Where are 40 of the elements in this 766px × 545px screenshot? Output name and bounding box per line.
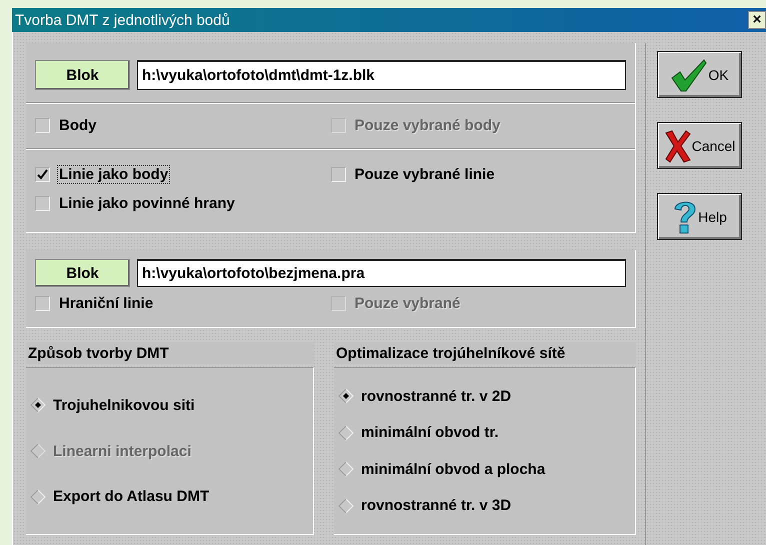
radio-button[interactable]: [30, 397, 46, 414]
window-title: Tvorba DMT z jednotlivých bodů: [15, 12, 231, 28]
path-field[interactable]: h:\vyuka\ortofoto\dmt\dmt-1z.blk: [137, 60, 626, 90]
checkmark-icon: [670, 58, 708, 92]
checkbox[interactable]: [35, 118, 50, 133]
cross-icon: [664, 128, 692, 162]
checkbox-label: Pouze vybrané linie: [354, 166, 496, 183]
radio-button[interactable]: [338, 498, 354, 514]
help-button[interactable]: Help: [657, 193, 742, 240]
path-field[interactable]: h:\vyuka\ortofoto\bezjmena.pra: [137, 259, 626, 287]
checkbox[interactable]: [35, 196, 50, 211]
radio-label: minimální obvod a plocha: [360, 460, 546, 478]
checkbox-label: Linie jako body: [58, 166, 170, 183]
checkbox[interactable]: [330, 167, 346, 182]
group-title: Optimalizace trojúhelníkové sítě: [334, 342, 636, 364]
checkbox-label: Linie jako povinné hrany: [58, 195, 236, 212]
checkbox-label: Pouze vybrané: [354, 295, 462, 312]
radio-label: Linearni interpolaci: [52, 442, 192, 460]
checkbox[interactable]: [35, 296, 50, 311]
close-button[interactable]: ×: [748, 11, 766, 29]
radio-button[interactable]: [30, 488, 46, 505]
check-icon: [37, 169, 48, 180]
radio-label: rovnostranné tr. v 2D: [360, 388, 512, 405]
checkbox-label: Pouze vybrané body: [354, 117, 502, 134]
blok-button[interactable]: Blok: [35, 259, 130, 287]
blok-button[interactable]: Blok: [35, 60, 130, 90]
ok-button[interactable]: OK: [657, 51, 742, 98]
group-title: Způsob tvorby DMT: [26, 342, 314, 364]
radio-button[interactable]: [338, 424, 354, 441]
radio-label: rovnostranné tr. v 3D: [360, 497, 512, 514]
radio-button[interactable]: [338, 461, 354, 478]
checkbox-label: Body: [58, 117, 98, 134]
radio-button[interactable]: [338, 388, 354, 404]
cancel-button[interactable]: Cancel: [657, 122, 742, 169]
question-mark-icon: [672, 198, 698, 234]
radio-label: minimální obvod tr.: [360, 424, 500, 442]
checkbox-label: Hraniční linie: [58, 295, 154, 312]
radio-label: Trojuhelnikovou siti: [52, 396, 196, 414]
checkbox[interactable]: [35, 167, 50, 182]
radio-label: Export do Atlasu DMT: [52, 488, 210, 506]
